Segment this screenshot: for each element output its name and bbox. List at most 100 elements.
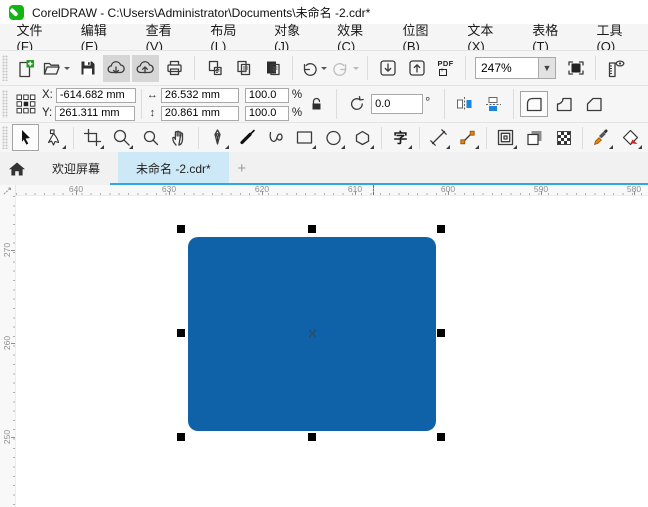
round-corner-button[interactable] (520, 91, 549, 117)
x-position-input[interactable] (55, 87, 136, 103)
zoom-out-tool[interactable] (137, 124, 164, 151)
drop-shadow-tool[interactable] (521, 124, 548, 151)
polygon-tool[interactable] (349, 124, 376, 151)
mirror-vertical-button[interactable] (480, 91, 507, 118)
separator (381, 126, 382, 149)
zoom-level-dropdown-button[interactable]: ▼ (538, 58, 555, 78)
degree-symbol: ° (425, 93, 431, 109)
new-document-tab-button[interactable]: + (229, 152, 255, 185)
ellipse-tool[interactable] (320, 124, 347, 151)
menu-object[interactable]: 对象(J) (260, 23, 323, 54)
open-document-button[interactable] (41, 55, 72, 82)
chamfered-corner-button[interactable] (580, 91, 608, 117)
save-button[interactable] (74, 55, 101, 82)
full-screen-icon (566, 59, 586, 77)
undo-button[interactable] (299, 55, 329, 82)
standard-toolbar: PDF ▼ (0, 50, 648, 85)
menu-text[interactable]: 文本(X) (453, 23, 518, 54)
horizontal-ruler[interactable]: 640 630 620 610 600 590 580 (0, 185, 648, 196)
lock-ratio-button[interactable] (303, 91, 330, 118)
zoom-tool[interactable] (108, 124, 135, 151)
color-eyedropper-tool[interactable] (588, 124, 615, 151)
tab-document[interactable]: 未命名 -2.cdr* (118, 152, 229, 185)
crop-tool[interactable] (79, 124, 106, 151)
selection-handle-top-center[interactable] (308, 225, 316, 233)
full-screen-preview-button[interactable] (562, 55, 589, 82)
selection-handle-middle-right[interactable] (437, 329, 445, 337)
menu-view[interactable]: 查看(V) (131, 23, 196, 54)
toolbar-grip[interactable] (2, 89, 8, 119)
toolbar-grip[interactable] (2, 54, 8, 82)
mirror-horizontal-button[interactable] (451, 91, 478, 118)
dimension-line-icon (429, 128, 448, 147)
show-rulers-button[interactable] (602, 55, 629, 82)
cloud-download-icon (106, 59, 127, 77)
home-icon (8, 161, 26, 177)
selection-handle-top-left[interactable] (177, 225, 185, 233)
undo-dropdown-caret[interactable] (321, 67, 327, 73)
paste-button[interactable] (259, 55, 286, 82)
new-document-button[interactable] (12, 55, 39, 82)
menu-table[interactable]: 表格(T) (518, 23, 582, 54)
ruler-origin-button[interactable] (0, 185, 16, 196)
connector-tool[interactable] (454, 124, 481, 151)
menu-edit[interactable]: 编辑(E) (66, 23, 131, 54)
object-height-input[interactable] (160, 105, 239, 121)
object-center-marker[interactable] (308, 329, 317, 338)
publish-to-pdf-button[interactable]: PDF (432, 55, 459, 82)
open-from-cloud-button[interactable] (103, 54, 130, 82)
b-spline-tool[interactable] (262, 124, 289, 151)
scalloped-corner-icon (554, 95, 574, 113)
rotation-angle-input[interactable] (371, 94, 424, 114)
text-tool[interactable]: 字 (387, 124, 414, 151)
transparency-tool[interactable] (550, 124, 577, 151)
selection-handle-bottom-right[interactable] (437, 433, 445, 441)
contour-tool[interactable] (492, 124, 519, 151)
chamfered-corner-icon (584, 95, 604, 113)
scale-x-input[interactable] (244, 87, 289, 103)
rotation-icon-wrap (343, 91, 370, 118)
scale-y-input[interactable] (244, 105, 289, 121)
redo-button[interactable] (331, 55, 361, 82)
import-button[interactable] (374, 55, 401, 82)
copy-button[interactable] (230, 55, 257, 82)
cut-button[interactable] (201, 55, 228, 82)
home-button[interactable] (0, 152, 34, 185)
contour-icon (496, 128, 515, 147)
object-width-input[interactable] (160, 87, 239, 103)
tab-welcome-screen[interactable]: 欢迎屏幕 (34, 152, 118, 185)
selection-handle-bottom-center[interactable] (308, 433, 316, 441)
paste-icon (264, 59, 282, 77)
object-position-button[interactable] (12, 91, 39, 118)
mirror-vertical-icon (485, 96, 502, 112)
open-dropdown-caret[interactable] (64, 67, 70, 73)
redo-dropdown-caret[interactable] (353, 67, 359, 73)
dimension-tool[interactable] (425, 124, 452, 151)
menu-layout[interactable]: 布局(L) (196, 23, 260, 54)
y-position-input[interactable] (55, 105, 136, 121)
rectangle-tool[interactable] (291, 124, 318, 151)
pen-tool[interactable] (204, 124, 231, 151)
selection-handle-bottom-left[interactable] (177, 433, 185, 441)
shape-tool[interactable] (41, 124, 68, 151)
artistic-media-tool[interactable] (233, 124, 260, 151)
pick-tool[interactable] (12, 124, 39, 151)
toolbar-grip[interactable] (2, 126, 8, 149)
separator (465, 56, 466, 80)
menu-tools[interactable]: 工具(O) (582, 23, 648, 54)
vertical-ruler[interactable]: 270 260 250 (0, 196, 16, 507)
scalloped-corner-button[interactable] (550, 91, 578, 117)
smart-fill-tool[interactable] (617, 124, 644, 151)
save-to-cloud-button[interactable] (132, 54, 159, 82)
zoom-level-input[interactable] (476, 58, 538, 78)
selection-handle-top-right[interactable] (437, 225, 445, 233)
selection-handle-middle-left[interactable] (177, 329, 185, 337)
x-label: X: (42, 89, 53, 101)
print-button[interactable] (161, 55, 188, 82)
export-button[interactable] (403, 55, 430, 82)
menu-effects[interactable]: 效果(C) (323, 23, 388, 54)
menu-file[interactable]: 文件(F) (2, 23, 66, 54)
pan-tool[interactable] (166, 124, 193, 151)
menu-bitmaps[interactable]: 位图(B) (388, 23, 453, 54)
drawing-canvas[interactable] (16, 196, 648, 507)
